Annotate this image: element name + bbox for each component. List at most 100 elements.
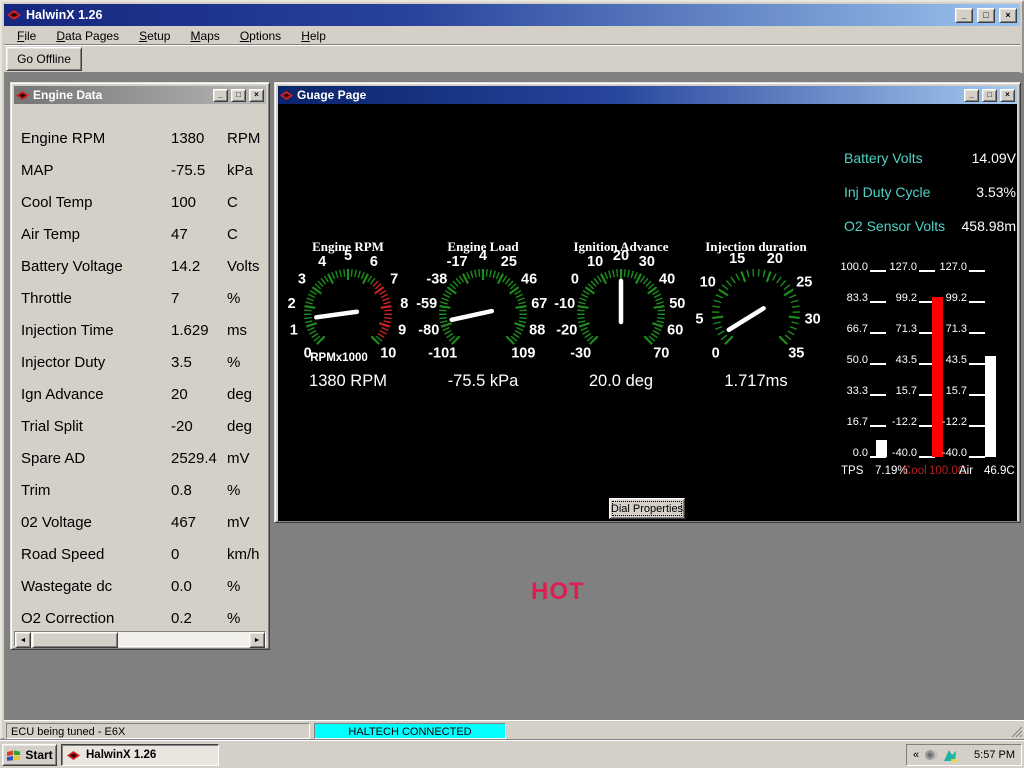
param-value: 0.8: [171, 481, 192, 501]
bar-tick-label: 99.2: [873, 292, 917, 304]
menu-item-data-pages[interactable]: Data Pages: [49, 28, 126, 44]
bar-tick-label: 43.5: [923, 354, 967, 366]
horizontal-scrollbar[interactable]: ◄ ►: [14, 631, 266, 647]
maximize-button[interactable]: □: [977, 8, 995, 23]
tray-chevron-icon[interactable]: «: [913, 749, 919, 761]
gauge-page-window: Guage Page _ □ × Battery Volts14.09V Inj …: [274, 82, 1021, 523]
bar-tick-mark: [969, 332, 985, 334]
param-value: 14.2: [171, 257, 200, 277]
param-value: 0.0: [171, 577, 192, 597]
param-label: Trial Split: [21, 417, 83, 437]
param-label: Battery Voltage: [21, 257, 123, 277]
engine-data-row-o2-correction: O2 Correction0.2%: [14, 609, 266, 629]
bar-tick-mark: [969, 456, 985, 458]
scrollbar-thumb[interactable]: [32, 632, 118, 648]
bar-tick-label: 50.0: [824, 354, 868, 366]
bar-tick-mark: [969, 425, 985, 427]
gauge-close-button[interactable]: ×: [1000, 89, 1015, 102]
menu-item-help[interactable]: Help: [294, 28, 333, 44]
param-unit: %: [227, 577, 240, 597]
start-button[interactable]: Start: [2, 744, 57, 766]
svg-text:1380 RPM: 1380 RPM: [309, 372, 387, 390]
menu-item-file[interactable]: File: [10, 28, 43, 44]
scroll-right-arrow-icon[interactable]: ►: [249, 632, 265, 648]
engine-data-window: Engine Data _ □ × ◄ ► Engine RPM1380RPMM…: [10, 82, 270, 650]
taskbar: Start HalwinX 1.26 « 5:57 PM: [0, 740, 1024, 768]
param-value: 0.2: [171, 609, 192, 629]
go-offline-button[interactable]: Go Offline: [6, 47, 82, 71]
readout-label: Inj Duty Cycle: [844, 184, 930, 202]
svg-text:8: 8: [400, 296, 408, 312]
resize-grip[interactable]: [1010, 725, 1023, 738]
dial-injection-duration: Injection duration051015202530351.717ms: [683, 237, 829, 393]
status-bar: ECU being tuned - E6X HALTECH CONNECTED: [4, 720, 1024, 740]
svg-text:10: 10: [380, 345, 396, 361]
dial-needle: [452, 311, 492, 320]
svg-text:0: 0: [571, 271, 579, 287]
svg-text:25: 25: [796, 275, 812, 291]
app-titlebar[interactable]: HalwinX 1.26 _ □ ×: [4, 4, 1020, 26]
gauge-page-titlebar[interactable]: Guage Page _ □ ×: [278, 86, 1017, 104]
engine-data-window-icon: [16, 90, 30, 101]
param-label: Injector Duty: [21, 353, 105, 373]
engine-data-titlebar[interactable]: Engine Data _ □ ×: [14, 86, 266, 104]
svg-text:109: 109: [511, 345, 535, 361]
param-unit: RPM: [227, 129, 260, 149]
param-label: MAP: [21, 161, 54, 181]
param-value: 20: [171, 385, 188, 405]
svg-text:RPMx1000: RPMx1000: [310, 352, 368, 364]
engine-data-row-road-speed: Road Speed0km/h: [14, 545, 266, 565]
svg-text:5: 5: [344, 248, 352, 264]
readout-battery-volts: Battery Volts14.09V: [844, 150, 1016, 168]
close-button[interactable]: ×: [999, 8, 1017, 23]
volume-icon[interactable]: [924, 748, 938, 762]
engine-minimize-button[interactable]: _: [213, 89, 228, 102]
task-app-icon: [67, 750, 81, 761]
svg-text:25: 25: [501, 254, 517, 270]
engine-data-row-ign-advance: Ign Advance20deg: [14, 385, 266, 405]
bar-cool: [932, 297, 943, 457]
app-logo-icon: [7, 9, 22, 21]
param-unit: km/h: [227, 545, 260, 565]
menu-item-options[interactable]: Options: [233, 28, 288, 44]
dial-engine-load: Engine Load-101-80-59-38-17425466788109-…: [410, 237, 556, 393]
menu-item-maps[interactable]: Maps: [183, 28, 226, 44]
param-unit: kPa: [227, 161, 253, 181]
gauge-page-content: Battery Volts14.09VInj Duty Cycle3.53%O2…: [278, 104, 1017, 521]
svg-text:4: 4: [318, 254, 326, 270]
svg-text:7: 7: [390, 271, 398, 287]
menu-item-setup[interactable]: Setup: [132, 28, 177, 44]
param-unit: %: [227, 609, 240, 629]
svg-text:67: 67: [531, 296, 547, 312]
taskbar-app-button[interactable]: HalwinX 1.26: [61, 744, 219, 766]
param-value: 3.5: [171, 353, 192, 373]
param-unit: %: [227, 289, 240, 309]
bar-air: [985, 356, 996, 457]
param-unit: deg: [227, 417, 252, 437]
bar-tick-label: 83.3: [824, 292, 868, 304]
param-label: Cool Temp: [21, 193, 92, 213]
dial-properties-button[interactable]: Dial Properties: [609, 498, 685, 519]
engine-data-row-battery-voltage: Battery Voltage14.2Volts: [14, 257, 266, 277]
param-label: Wastegate dc: [21, 577, 112, 597]
engine-data-rows: ◄ ► Engine RPM1380RPMMAP-75.5kPaCool Tem…: [14, 104, 266, 648]
svg-text:3: 3: [298, 271, 306, 287]
gauge-minimize-button[interactable]: _: [964, 89, 979, 102]
bar-tick-label: -40.0: [873, 447, 917, 459]
readout-o2-sensor-volts: O2 Sensor Volts458.98m: [844, 218, 1016, 236]
scroll-left-arrow-icon[interactable]: ◄: [15, 632, 31, 648]
svg-text:6: 6: [370, 254, 378, 270]
svg-text:40: 40: [659, 271, 675, 287]
tray-app-icon[interactable]: [943, 748, 959, 763]
engine-maximize-button[interactable]: □: [231, 89, 246, 102]
bar-tick-label: -12.2: [873, 416, 917, 428]
gauge-maximize-button[interactable]: □: [982, 89, 997, 102]
svg-text:30: 30: [639, 254, 655, 270]
minimize-button[interactable]: _: [955, 8, 973, 23]
param-label: Air Temp: [21, 225, 80, 245]
dial-needle: [316, 312, 357, 318]
param-value: 47: [171, 225, 188, 245]
status-message: ECU being tuned - E6X: [6, 723, 310, 739]
param-label: Ign Advance: [21, 385, 104, 405]
engine-close-button[interactable]: ×: [249, 89, 264, 102]
